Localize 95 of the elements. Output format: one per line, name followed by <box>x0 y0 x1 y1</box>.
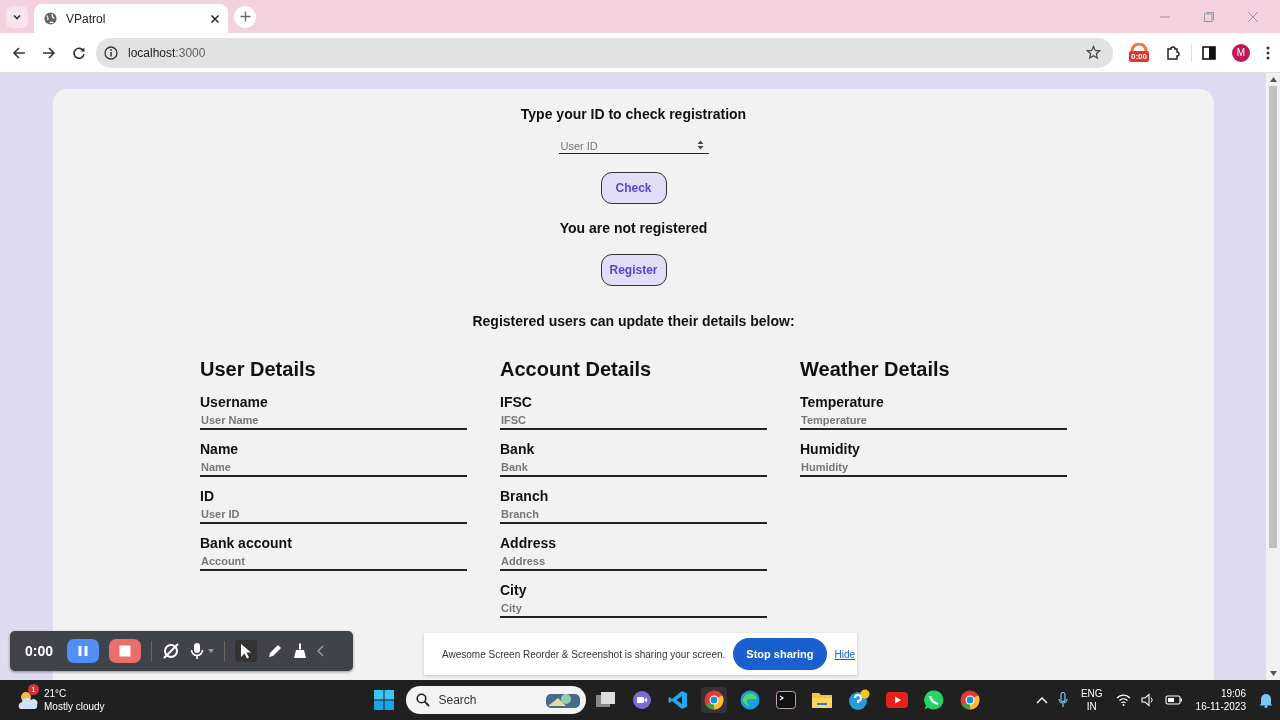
wifi-icon[interactable] <box>1115 694 1131 706</box>
text-field[interactable]: Name <box>200 460 467 477</box>
text-field[interactable]: Bank <box>500 460 767 477</box>
reload-icon[interactable] <box>72 45 86 60</box>
new-tab-button[interactable] <box>234 5 256 28</box>
tab-list-button[interactable] <box>6 5 28 28</box>
bell-icon[interactable] <box>1259 692 1273 708</box>
side-panel-icon[interactable] <box>1202 45 1216 60</box>
notification-badge: 1 <box>28 684 39 695</box>
spinner-icon[interactable] <box>696 140 704 150</box>
folder-icon[interactable] <box>812 691 833 709</box>
field-label: Branch <box>500 488 550 504</box>
text-field[interactable]: Branch <box>500 507 767 524</box>
text-field[interactable]: IFSC <box>500 413 767 430</box>
update-heading: Registered users can update their details below: <box>472 313 795 329</box>
hide-link[interactable]: Hide <box>834 648 856 660</box>
browser-tab[interactable]: VPatrol <box>34 4 228 33</box>
stop-sharing-button[interactable]: Stop sharing <box>733 638 827 670</box>
temperature: 21°C <box>44 687 68 700</box>
microphone-icon[interactable] <box>1057 692 1068 708</box>
text-field[interactable]: User ID <box>200 507 467 524</box>
address-bar[interactable]: localhost:3000 <box>96 37 1113 68</box>
help-icon[interactable] <box>848 689 871 711</box>
collapse-icon[interactable] <box>317 645 325 657</box>
registration-status: You are not registered <box>559 220 708 236</box>
stop-icon <box>119 645 132 657</box>
close-icon[interactable] <box>210 13 220 24</box>
field-label: IFSC <box>500 394 533 410</box>
more-icon[interactable] <box>1266 45 1270 60</box>
scroll-down-icon[interactable] <box>1269 671 1277 676</box>
clock-time[interactable]: 19:06 <box>1220 687 1246 700</box>
region-indicator[interactable]: IN <box>1086 700 1097 713</box>
weather-icon[interactable] <box>16 689 40 711</box>
start-icon[interactable] <box>374 690 395 710</box>
broom-icon[interactable] <box>293 643 308 659</box>
chevron-up-icon[interactable] <box>1035 696 1048 704</box>
info-icon <box>104 45 118 60</box>
puzzle-icon[interactable] <box>1165 44 1181 61</box>
star-icon[interactable] <box>1086 45 1101 60</box>
pencil-icon[interactable] <box>267 643 284 659</box>
field-label: Username <box>200 394 269 410</box>
terminal-icon[interactable] <box>776 690 797 710</box>
text-field[interactable]: Humidity <box>800 460 1067 477</box>
check-button[interactable]: Check <box>600 172 667 204</box>
code-editor-icon[interactable] <box>668 690 689 710</box>
stop-button[interactable] <box>109 639 142 663</box>
pause-button[interactable] <box>67 639 100 663</box>
field-label: Temperature <box>800 394 885 410</box>
field-label: Bank account <box>200 535 293 551</box>
field-label: City <box>500 582 528 598</box>
recording-time: 0:00 <box>25 643 54 659</box>
field-label: Address <box>500 535 558 551</box>
volume-icon[interactable] <box>1140 693 1155 707</box>
caret-icon[interactable] <box>208 649 215 653</box>
user-id-field[interactable]: User ID <box>558 139 709 154</box>
field-label: Humidity <box>800 441 861 457</box>
browser-icon[interactable] <box>960 690 981 710</box>
profile-avatar[interactable]: M <box>1232 43 1250 62</box>
text-field[interactable]: User Name <box>200 413 467 430</box>
section-title: Account Details <box>500 358 653 381</box>
video-player-icon[interactable] <box>886 692 909 708</box>
scroll-up-icon[interactable] <box>1269 77 1277 82</box>
microphone-icon[interactable] <box>190 642 205 660</box>
field-label: Name <box>200 441 240 457</box>
text-field[interactable]: Address <box>500 554 767 571</box>
text-field[interactable]: Account <box>200 554 467 571</box>
video-chat-icon[interactable] <box>632 690 653 710</box>
globe-icon <box>44 12 57 25</box>
edge-browser-icon[interactable] <box>740 690 761 710</box>
field-label: ID <box>200 488 215 504</box>
check-heading: Type your ID to check registration <box>520 106 747 122</box>
chat-icon[interactable] <box>924 690 945 710</box>
battery-icon[interactable] <box>1164 694 1183 706</box>
search-icon <box>416 693 431 707</box>
forward-icon[interactable] <box>42 45 56 60</box>
weather-condition: Mostly cloudy <box>44 700 105 713</box>
browser-icon[interactable] <box>704 690 725 710</box>
register-button[interactable]: Register <box>600 254 667 286</box>
back-icon[interactable] <box>12 45 26 60</box>
camera-off-icon[interactable] <box>162 642 181 660</box>
section-title: Weather Details <box>800 358 951 381</box>
pause-icon <box>77 645 90 657</box>
text-field[interactable]: Temperature <box>800 413 1067 430</box>
cursor-icon <box>239 643 254 659</box>
plus-icon <box>239 11 251 22</box>
text-field[interactable]: City <box>500 601 767 618</box>
taskbar-search[interactable]: Search <box>406 686 587 714</box>
field-label: Bank <box>500 441 536 457</box>
section-title: User Details <box>200 358 317 381</box>
pointer-tool[interactable] <box>235 640 258 662</box>
task-view-icon[interactable] <box>596 691 617 709</box>
scrollbar[interactable] <box>1266 73 1280 680</box>
language-indicator[interactable]: ENG <box>1080 687 1103 700</box>
clock-date[interactable]: 16-11-2023 <box>1195 700 1246 713</box>
sharing-message: Awesome Screen Reorder & Screenshot is sharing your screen. <box>442 648 726 660</box>
